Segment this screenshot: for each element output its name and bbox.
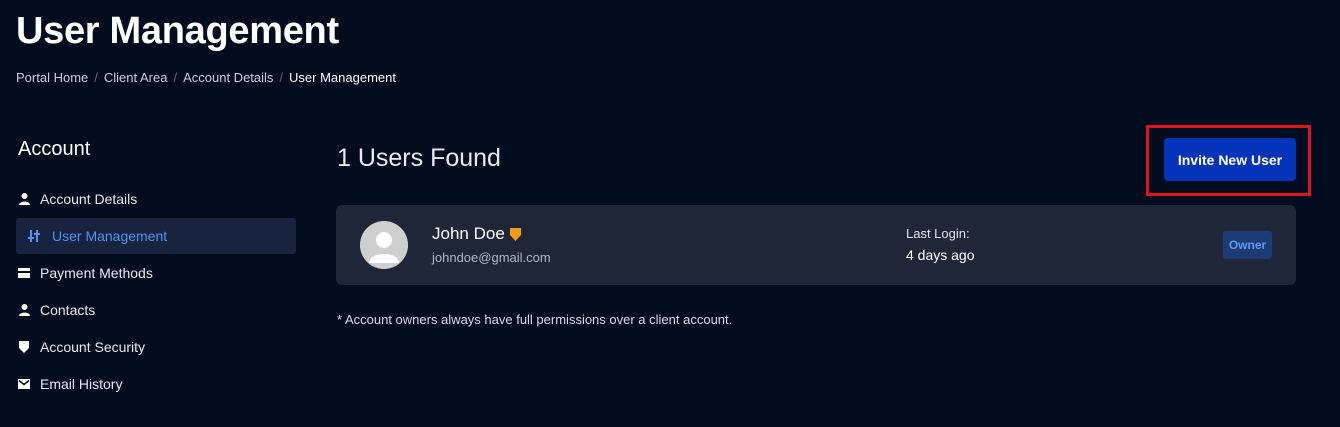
user-name: John Doe (432, 224, 505, 243)
users-found-heading: 1 Users Found (337, 144, 501, 172)
page-title: User Management (16, 10, 339, 52)
sidebar-heading: Account (18, 138, 91, 160)
role-badge: Owner (1223, 231, 1272, 259)
sidebar-item-account-security[interactable]: Account Security (16, 329, 296, 365)
last-login-value: 4 days ago (906, 247, 975, 263)
breadcrumb-separator: / (94, 70, 98, 85)
sidebar-item-user-management[interactable]: User Management (16, 218, 296, 254)
last-login-label: Last Login: (906, 226, 970, 241)
avatar (360, 221, 408, 269)
sidebar-item-email-history[interactable]: Email History (16, 366, 296, 402)
shield-icon (18, 341, 30, 353)
user-name-row: John Doe (432, 224, 521, 244)
breadcrumb-separator: / (173, 70, 178, 85)
breadcrumb-separator: / (279, 70, 284, 85)
invite-new-user-button[interactable]: Invite New User (1164, 138, 1296, 181)
sidebar-item-label: Email History (40, 376, 123, 392)
sidebar-item-label: Account Security (40, 339, 146, 355)
breadcrumb-account-details[interactable]: Account Details (183, 70, 273, 85)
sidebar: Account Account Details User Management … (16, 138, 296, 403)
breadcrumb-client-area[interactable]: Client Area (104, 70, 168, 85)
sidebar-item-label: Contacts (40, 302, 96, 318)
sidebar-item-contacts[interactable]: Contacts (16, 292, 296, 328)
credit-card-icon (18, 267, 30, 279)
owner-permissions-note: * Account owners always have full permis… (337, 312, 733, 327)
user-icon (18, 304, 30, 316)
breadcrumb-current: User Management (289, 70, 396, 85)
user-card[interactable]: John Doe johndoe@gmail.com Last Login: 4… (336, 205, 1296, 285)
sliders-icon (28, 230, 40, 242)
sidebar-item-label: Payment Methods (40, 265, 153, 281)
sidebar-item-account-details[interactable]: Account Details (16, 181, 296, 217)
sidebar-item-payment-methods[interactable]: Payment Methods (16, 255, 296, 291)
envelope-icon (18, 378, 30, 390)
breadcrumb-portal-home[interactable]: Portal Home (16, 70, 88, 85)
owner-shield-icon (509, 227, 521, 241)
user-icon (18, 193, 30, 205)
breadcrumb: Portal Home / Client Area / Account Deta… (16, 70, 396, 85)
sidebar-item-label: User Management (52, 228, 168, 244)
sidebar-item-label: Account Details (40, 191, 138, 207)
user-email: johndoe@gmail.com (432, 250, 551, 265)
